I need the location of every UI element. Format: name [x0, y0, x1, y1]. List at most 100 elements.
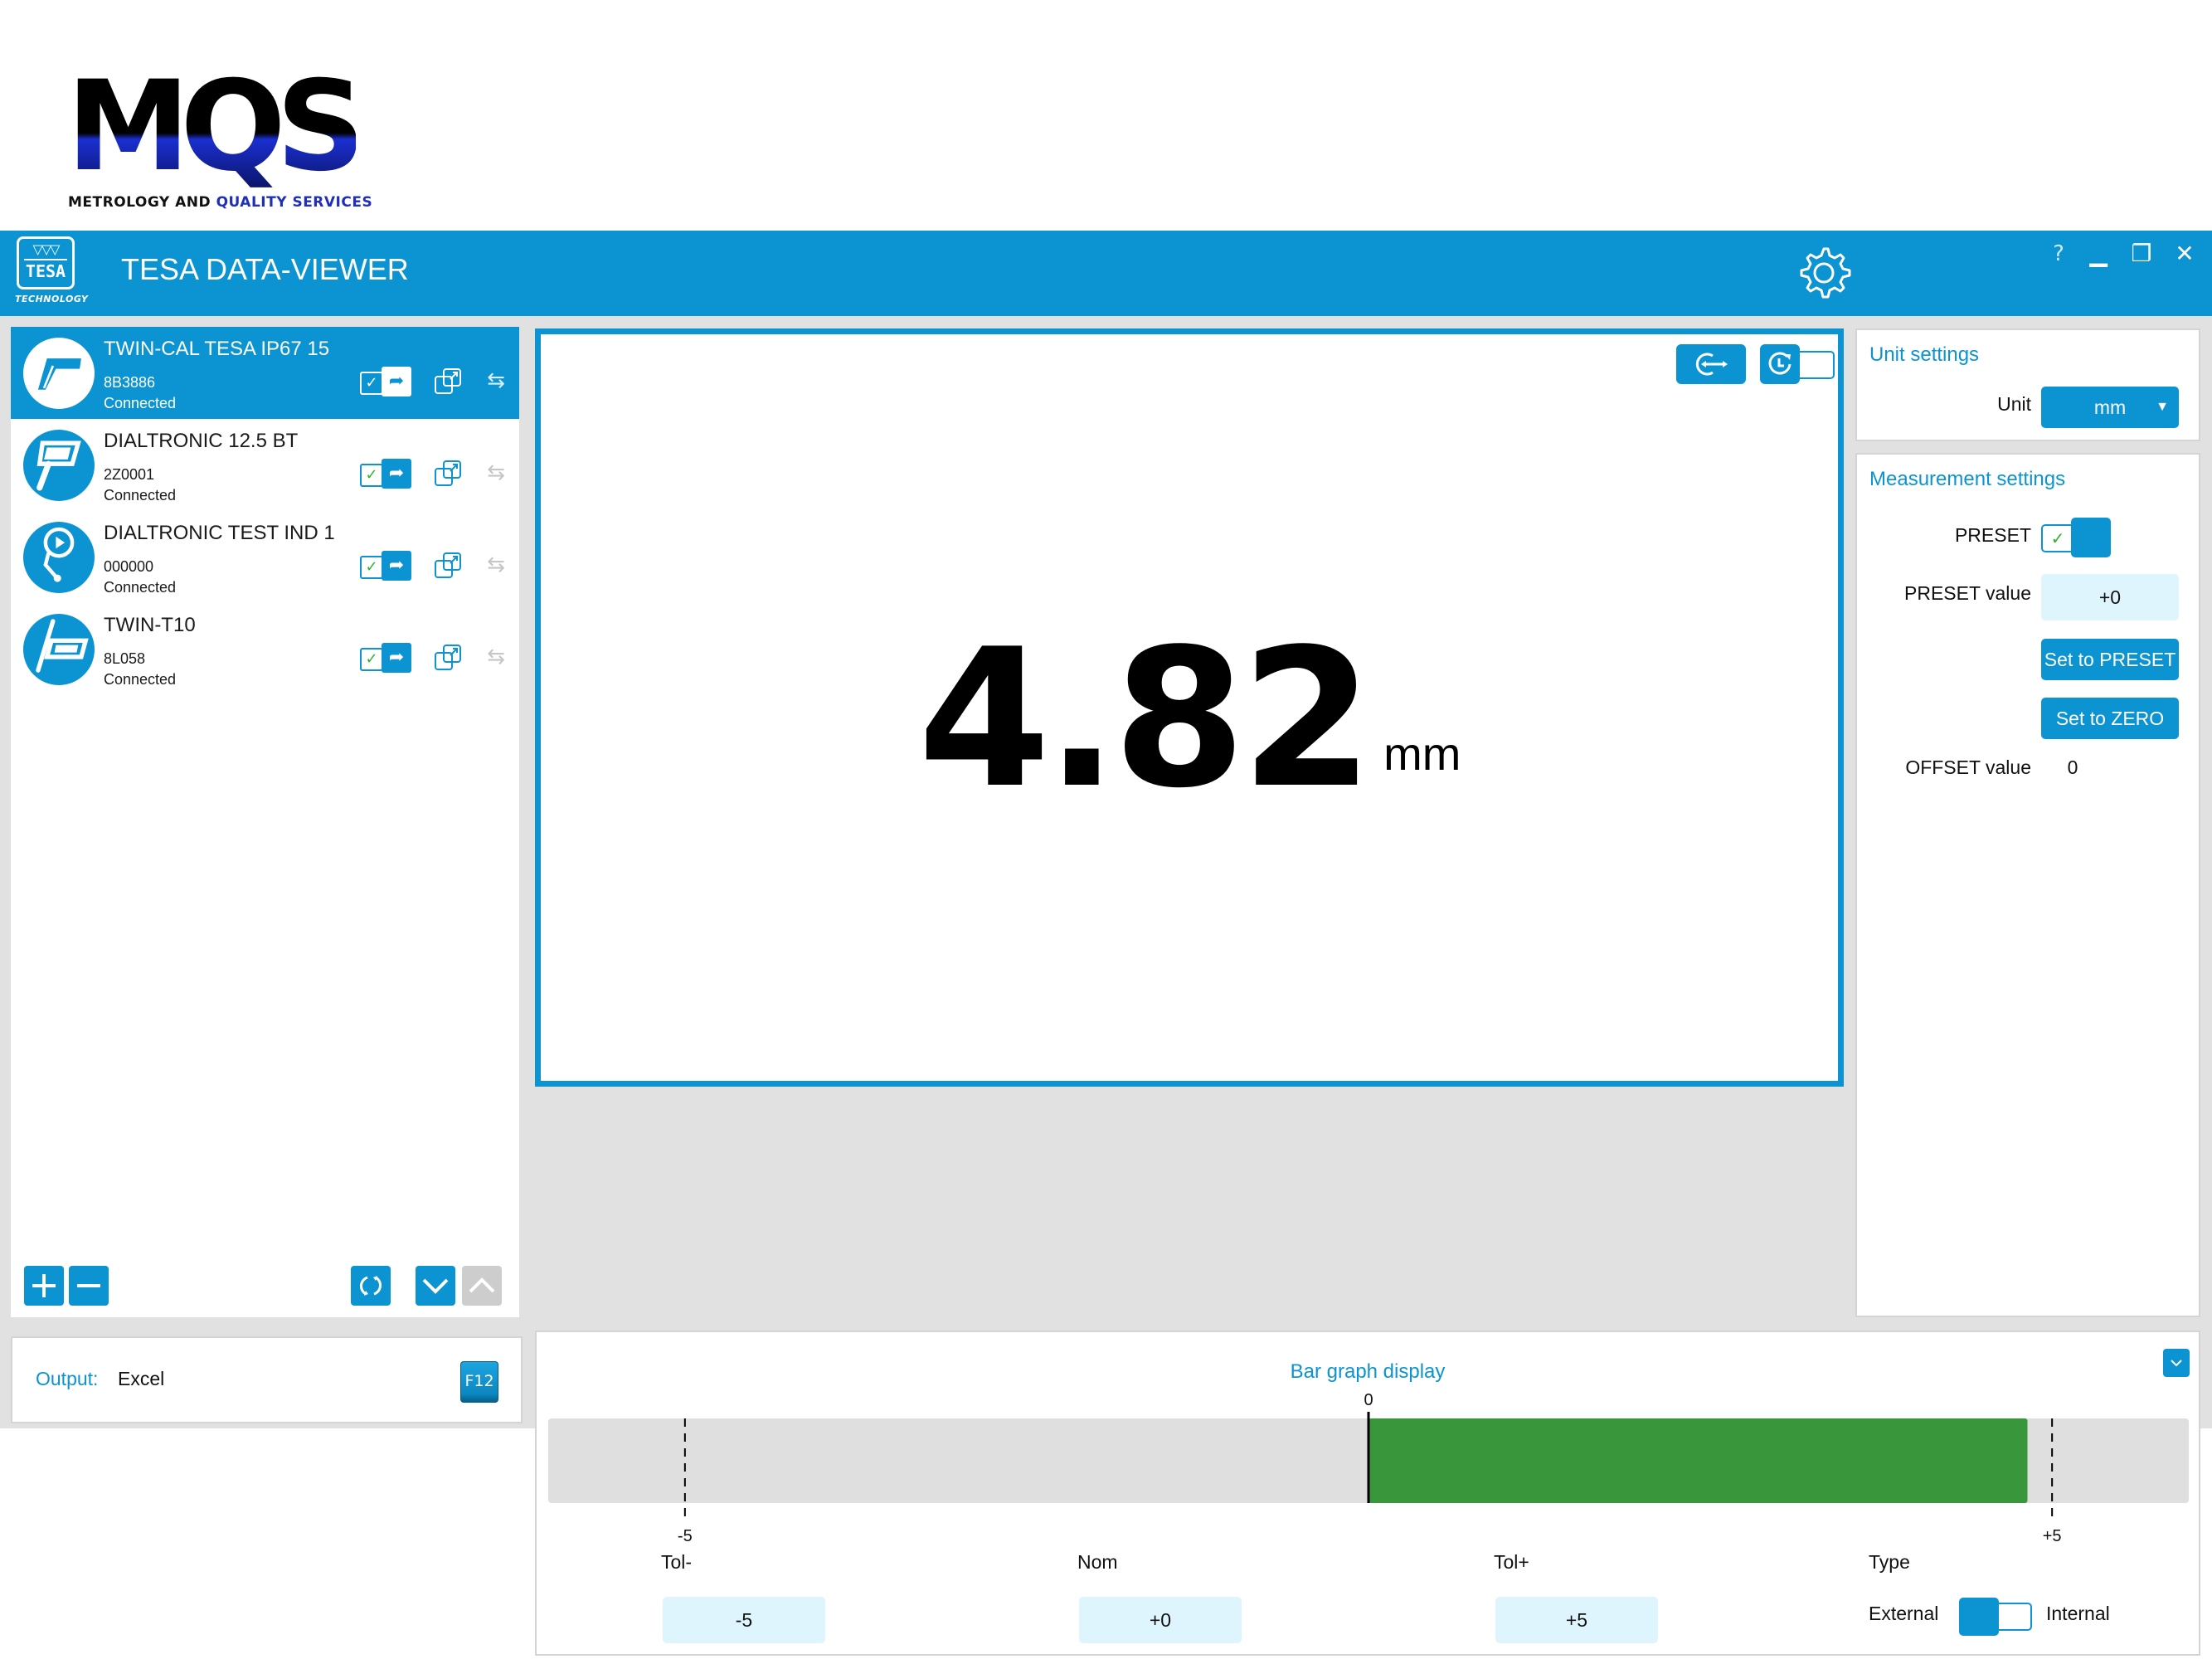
tesa-logo: ▽▽▽ TESA — [17, 236, 75, 289]
popout-icon — [435, 645, 461, 670]
device-name: TWIN-T10 — [104, 614, 196, 636]
swap-arrows-icon[interactable]: ⇆ — [482, 643, 510, 671]
offset-value-label: OFFSET value — [1905, 757, 2031, 778]
device-list-item[interactable]: DIALTRONIC TEST IND 1 000000 Connected ✓ ➦ ⇆ — [11, 511, 519, 603]
remove-device-button[interactable] — [69, 1266, 109, 1306]
swap-arrows-icon[interactable]: ⇆ — [482, 459, 510, 487]
unit-settings-panel: Unit settings Unit mm ▼ — [1855, 328, 2200, 441]
output-label: Output: — [36, 1368, 99, 1389]
app-title: TESA DATA-VIEWER — [121, 252, 409, 286]
output-panel: Output: Excel F12 — [11, 1336, 523, 1423]
timer-toggle-knob — [1760, 344, 1800, 384]
refresh-devices-button[interactable] — [351, 1266, 391, 1306]
chevron-down-icon — [422, 1278, 449, 1294]
app-window: ▽▽▽ TESA TECHNOLOGY TESA DATA-VIEWER ? ▁… — [0, 231, 2212, 1656]
close-button[interactable]: ✕ — [2168, 237, 2201, 270]
unit-dropdown[interactable]: mm ▼ — [2041, 387, 2179, 428]
tesa-logo-triangles: ▽▽▽ — [24, 241, 67, 260]
popout-window-button[interactable] — [434, 367, 464, 397]
tick-label: +5 — [2043, 1527, 2062, 1545]
send-arrow-icon: ➦ — [382, 459, 411, 489]
popout-window-button[interactable] — [434, 459, 464, 489]
device-status: Connected — [104, 395, 177, 411]
mqs-logo-letters: MQS — [66, 55, 366, 199]
tick-label: 0 — [1364, 1391, 1373, 1409]
device-list-item[interactable]: DIALTRONIC 12.5 BT 2Z0001 Connected ✓ ➦ ⇆ — [11, 419, 519, 511]
device-serial: 2Z0001 — [104, 466, 155, 483]
device-name: TWIN-CAL TESA IP67 15 — [104, 338, 330, 360]
device-serial: 000000 — [104, 558, 154, 575]
device-active-toggle[interactable]: ✓ ➦ — [360, 459, 411, 489]
swap-arrows-icon[interactable]: ⇆ — [482, 367, 510, 395]
popout-icon — [435, 552, 461, 578]
dial-indicator-icon — [23, 430, 95, 501]
test-indicator-icon — [23, 522, 95, 593]
restore-button[interactable]: ❐ — [2125, 237, 2158, 270]
preset-toggle-knob — [2071, 518, 2111, 557]
tol-minus-input[interactable]: -5 — [663, 1597, 825, 1643]
mqs-logo: MQS METROLOGY AND QUALITY SERVICES — [66, 65, 372, 214]
unit-settings-title: Unit settings — [1869, 343, 1980, 366]
tesa-logo-word: TESA — [25, 261, 66, 281]
minus-icon — [77, 1284, 100, 1287]
tick-label: -5 — [678, 1527, 693, 1545]
device-list-panel: TWIN-CAL TESA IP67 15 8B3886 Connected ✓ ➦ ⇆ D… — [11, 327, 519, 1317]
bar-value-fill — [1369, 1418, 2028, 1503]
add-device-button[interactable] — [24, 1266, 64, 1306]
set-to-preset-button[interactable]: Set to PRESET — [2041, 639, 2179, 680]
device-name: DIALTRONIC 12.5 BT — [104, 430, 299, 452]
type-label: Type — [1869, 1551, 1910, 1573]
minimize-button[interactable]: ▁ — [2082, 237, 2115, 270]
device-active-toggle[interactable]: ✓ ➦ — [360, 367, 411, 397]
nom-input[interactable]: +0 — [1079, 1597, 1242, 1643]
preset-toggle[interactable]: ✓ — [2041, 518, 2112, 557]
device-active-toggle[interactable]: ✓ ➦ — [360, 643, 411, 673]
device-list-item[interactable]: TWIN-CAL TESA IP67 15 8B3886 Connected ✓ ➦ ⇆ — [11, 327, 519, 419]
popout-icon — [435, 460, 461, 486]
connection-button[interactable] — [1676, 344, 1746, 384]
tol-plus-input[interactable]: +5 — [1495, 1597, 1658, 1643]
tesa-technology-label: TECHNOLOGY — [15, 294, 89, 304]
timer-icon — [1768, 352, 1791, 375]
help-button[interactable]: ? — [2042, 237, 2075, 270]
offset-value: 0 — [2067, 757, 2078, 778]
set-to-zero-button[interactable]: Set to ZERO — [2041, 698, 2179, 739]
gear-icon — [1800, 247, 1851, 299]
device-serial: 8B3886 — [104, 374, 156, 391]
move-down-button[interactable] — [416, 1266, 455, 1306]
popout-window-button[interactable] — [434, 551, 464, 581]
title-bar: ▽▽▽ TESA TECHNOLOGY TESA DATA-VIEWER ? ▁… — [0, 231, 2212, 316]
f12-send-button[interactable]: F12 — [460, 1361, 498, 1403]
nom-label: Nom — [1077, 1551, 1118, 1573]
device-status: Connected — [104, 671, 177, 688]
preset-value-label: PRESET value — [1904, 582, 2031, 604]
timer-toggle[interactable] — [1760, 344, 1835, 384]
dropdown-arrow-icon: ▼ — [2156, 400, 2169, 414]
device-list-item[interactable]: TWIN-T10 8L058 Connected ✓ ➦ ⇆ — [11, 603, 519, 695]
measurement-unit: mm — [1383, 727, 1461, 780]
settings-button[interactable] — [1795, 244, 1853, 302]
tagline-dark: METROLOGY AND — [68, 194, 216, 211]
swap-arrows-icon[interactable]: ⇆ — [482, 551, 510, 579]
move-up-button[interactable] — [462, 1266, 502, 1306]
connect-arrows-icon — [1695, 353, 1728, 376]
micrometer-icon — [23, 614, 95, 685]
device-active-toggle[interactable]: ✓ ➦ — [360, 551, 411, 581]
send-arrow-icon: ➦ — [382, 551, 411, 581]
type-switch[interactable] — [1959, 1598, 2032, 1636]
device-status: Connected — [104, 579, 177, 596]
check-icon: ✓ — [360, 648, 383, 671]
popout-icon — [435, 368, 461, 394]
unit-label: Unit — [1997, 393, 2031, 415]
caliper-icon — [23, 338, 95, 409]
check-icon: ✓ — [360, 556, 383, 579]
measurement-value: 4.82 — [917, 609, 1373, 830]
type-switch-knob — [1959, 1598, 1999, 1636]
preset-value-input[interactable]: +0 — [2041, 574, 2179, 620]
refresh-icon — [360, 1276, 382, 1296]
popout-window-button[interactable] — [434, 643, 464, 673]
unit-dropdown-value: mm — [2093, 397, 2127, 418]
bar-graph-panel: Bar graph display -5 0 +5 Tol- -5 Nom +0 T… — [535, 1331, 2200, 1656]
device-serial: 8L058 — [104, 650, 146, 667]
tol-minus-label: Tol- — [661, 1551, 693, 1573]
